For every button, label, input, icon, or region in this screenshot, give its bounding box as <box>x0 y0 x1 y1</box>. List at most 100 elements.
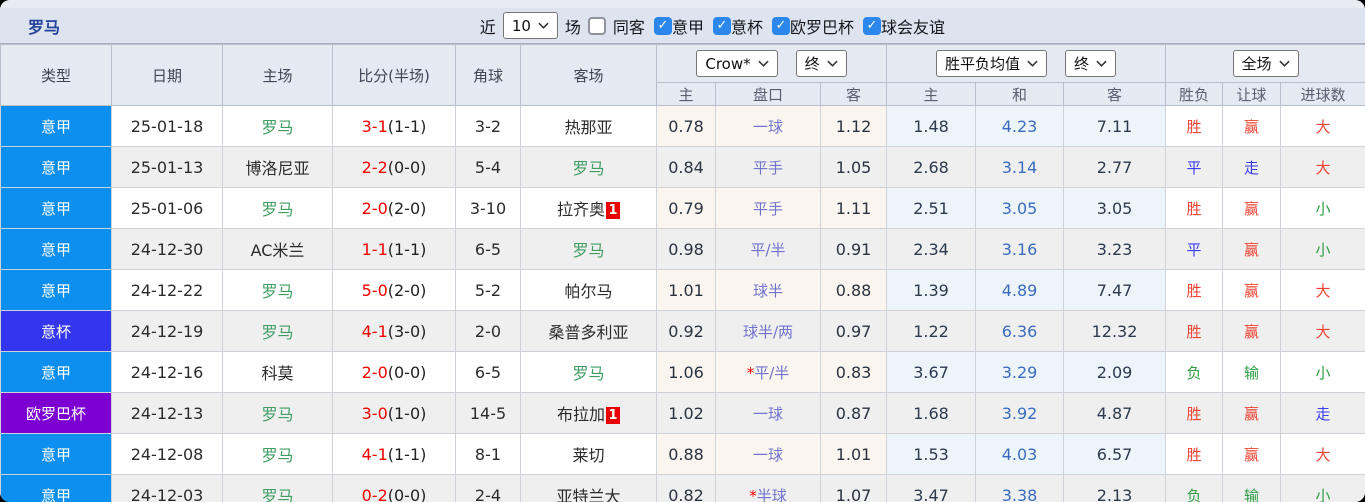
header-row-controls: 类型 日期 主场 比分(半场) 角球 客场 Crow* 终 胜平负均值 终 全场 <box>0 44 1365 106</box>
recent-count-select[interactable]: 10 <box>502 12 558 39</box>
avg-away: 7.47 <box>1063 269 1167 311</box>
avg-draw: 4.03 <box>975 433 1065 475</box>
avg-away: 2.09 <box>1063 351 1167 393</box>
odds-away: 0.88 <box>819 269 888 311</box>
avg-away: 3.23 <box>1063 228 1167 270</box>
odds-away: 0.87 <box>819 392 888 434</box>
match-score: 5-0(2-0) <box>332 269 456 311</box>
result-handicap: 赢 <box>1222 105 1282 147</box>
away-team: 莱切 <box>520 433 657 475</box>
avg-home: 1.53 <box>886 433 977 475</box>
col-header-away: 客场 <box>520 44 657 106</box>
match-date: 24-12-19 <box>111 310 223 352</box>
corner-score: 6-5 <box>455 351 521 393</box>
odds-handicap: 一球 <box>715 105 821 147</box>
match-score: 2-0(0-0) <box>332 351 456 393</box>
match-date: 24-12-30 <box>111 228 223 270</box>
chevron-down-icon <box>757 60 769 67</box>
avg-away: 2.77 <box>1063 146 1167 188</box>
match-date: 24-12-16 <box>111 351 223 393</box>
match-row: 意甲 24-12-22 罗马 5-0(2-0) 5-2 帕尔马 1.01 球半 … <box>0 269 1365 311</box>
result-goals: 大 <box>1280 310 1365 352</box>
corner-score: 2-4 <box>455 474 521 502</box>
match-row: 意甲 25-01-18 罗马 3-1(1-1) 3-2 热那亚 0.78 一球 … <box>0 105 1365 147</box>
avg-type-select[interactable]: 胜平负均值 <box>936 50 1048 77</box>
match-score: 1-1(1-1) <box>332 228 456 270</box>
avg-away: 12.32 <box>1063 310 1167 352</box>
match-score: 0-2(0-0) <box>332 474 456 502</box>
home-team: 罗马 <box>222 187 333 229</box>
away-team: 罗马 <box>520 228 657 270</box>
odds-handicap: *平/半 <box>715 351 821 393</box>
competition-badge: 意甲 <box>1 270 111 310</box>
away-team: 帕尔马 <box>520 269 657 311</box>
avg-home: 2.51 <box>886 187 977 229</box>
window-top-strip <box>0 0 1365 8</box>
home-team: 科莫 <box>222 351 333 393</box>
same-venue-checkbox[interactable] <box>587 16 606 35</box>
odds-handicap: 一球 <box>715 433 821 475</box>
home-team: AC米兰 <box>222 228 333 270</box>
fulltime-score: 3-1 <box>361 116 388 136</box>
odds-away: 1.07 <box>819 474 888 502</box>
fulltime-score: 1-1 <box>361 239 388 259</box>
avg-time-select[interactable]: 终 <box>1065 50 1117 77</box>
friendly-checkbox[interactable] <box>862 16 881 35</box>
corner-score: 3-10 <box>455 187 521 229</box>
result-outcome: 负 <box>1165 351 1224 393</box>
odds-handicap: 球半/两 <box>715 310 821 352</box>
match-date: 24-12-22 <box>111 269 223 311</box>
odds-handicap: 球半 <box>715 269 821 311</box>
match-date: 24-12-13 <box>111 392 223 434</box>
match-date: 24-12-03 <box>111 474 223 502</box>
result-goals: 小 <box>1280 187 1365 229</box>
odds-home: 0.84 <box>656 146 716 188</box>
halftime-score: (1-1) <box>387 444 427 464</box>
avg-home: 1.22 <box>886 310 977 352</box>
avg-away: 3.05 <box>1063 187 1167 229</box>
odds-time-select[interactable]: 终 <box>795 50 847 77</box>
home-team: 罗马 <box>222 392 333 434</box>
result-handicap: 赢 <box>1222 269 1282 311</box>
europa-checkbox[interactable] <box>771 16 790 35</box>
result-goals: 大 <box>1280 433 1365 475</box>
corner-score: 6-5 <box>455 228 521 270</box>
corner-score: 5-4 <box>455 146 521 188</box>
halftime-score: (0-0) <box>387 362 427 382</box>
fulltime-score: 2-2 <box>361 157 388 177</box>
sub-header-handicap: 盘口 <box>715 82 821 106</box>
corner-score: 2-0 <box>455 310 521 352</box>
corner-score: 8-1 <box>455 433 521 475</box>
col-header-home: 主场 <box>222 44 333 106</box>
odds-source-select[interactable]: Crow* <box>696 50 778 77</box>
serie-a-checkbox[interactable] <box>653 16 672 35</box>
coppa-checkbox[interactable] <box>712 16 731 35</box>
competition-filter-serie-a: 意甲 <box>653 14 704 38</box>
avg-section-header: 胜平负均值 终 <box>886 44 1167 83</box>
odds-away: 0.91 <box>819 228 888 270</box>
same-venue-label: 同客 <box>612 17 645 37</box>
halftime-score: (0-0) <box>387 485 427 502</box>
result-handicap: 走 <box>1222 146 1282 188</box>
scope-select[interactable]: 全场 <box>1232 50 1299 77</box>
odds-home: 0.98 <box>656 228 716 270</box>
result-goals: 大 <box>1280 105 1365 147</box>
match-row: 欧罗巴杯 24-12-13 罗马 3-0(1-0) 14-5 布拉加 1 1.02… <box>0 392 1365 434</box>
coppa-label: 意杯 <box>730 17 763 37</box>
match-score: 4-1(1-1) <box>332 433 456 475</box>
home-team: 罗马 <box>222 105 333 147</box>
odds-home: 0.78 <box>656 105 716 147</box>
fulltime-score: 2-0 <box>361 362 388 382</box>
avg-home: 3.47 <box>886 474 977 502</box>
result-outcome: 负 <box>1165 474 1224 502</box>
avg-home: 2.34 <box>886 228 977 270</box>
avg-away: 2.13 <box>1063 474 1167 502</box>
col-header-score: 比分(半场) <box>332 44 456 106</box>
avg-home: 1.39 <box>886 269 977 311</box>
home-team: 罗马 <box>222 310 333 352</box>
result-outcome: 胜 <box>1165 392 1224 434</box>
col-header-date: 日期 <box>111 44 223 106</box>
result-handicap: 赢 <box>1222 228 1282 270</box>
odds-home: 0.82 <box>656 474 716 502</box>
col-header-type: 类型 <box>0 44 112 106</box>
